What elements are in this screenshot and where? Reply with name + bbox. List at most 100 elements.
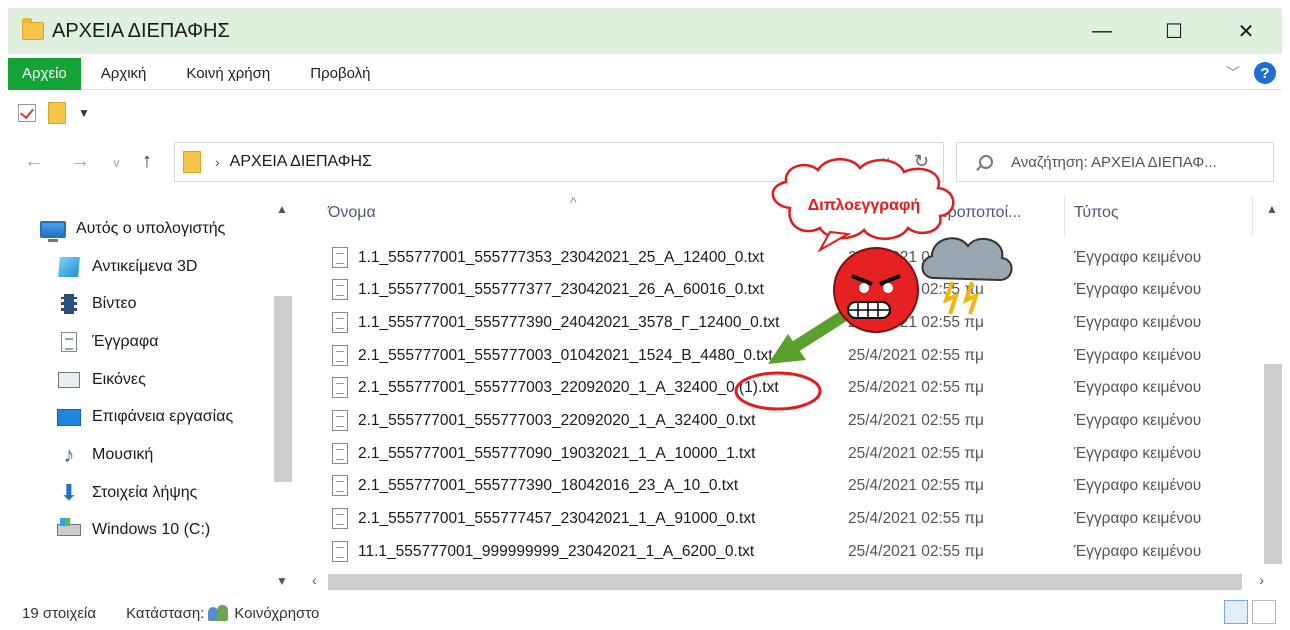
tab-file[interactable]: Αρχείο — [8, 57, 81, 90]
file-date: 25/4/2021 02:55 πμ — [848, 412, 984, 429]
file-list-horizontal-scrollbar[interactable]: ‹ › — [308, 572, 1264, 592]
sidebar-item-label: Windows 10 (C:) — [92, 521, 211, 538]
folder-icon — [183, 151, 201, 173]
address-bar[interactable]: › ΑΡΧΕΙΑ ΔΙΕΠΑΦΗΣ ∨ ↻ — [174, 142, 944, 182]
sidebar-item-label: Αυτός ο υπολογιστής — [76, 220, 226, 237]
refresh-icon[interactable]: ↻ — [914, 151, 929, 172]
shared-users-icon — [208, 605, 230, 621]
downloads-icon: ⬇ — [59, 480, 79, 505]
sidebar-item-drive-c[interactable]: Windows 10 (C:) — [56, 515, 210, 545]
file-list-vertical-scrollbar[interactable]: ▲ — [1264, 196, 1282, 572]
sidebar-item-music[interactable]: ♪ Μουσική — [56, 440, 154, 470]
scroll-up-icon[interactable]: ▲ — [276, 202, 288, 216]
scroll-right-icon[interactable]: › — [1259, 572, 1264, 588]
chevron-down-icon[interactable]: ∨ — [881, 153, 891, 170]
text-file-icon — [332, 247, 348, 268]
sidebar-item-pictures[interactable]: Εικόνες — [56, 365, 146, 395]
music-icon: ♪ — [63, 442, 75, 467]
item-count: 19 στοιχεία — [22, 604, 97, 622]
breadcrumb-separator-icon: › — [215, 154, 220, 170]
text-file-icon — [332, 279, 348, 300]
column-header-type[interactable]: Τύπος — [1074, 204, 1119, 222]
column-header-name[interactable]: Όνομα — [328, 204, 376, 222]
table-row[interactable]: 2.1_555777001_555777390_18042016_23_Α_10… — [322, 470, 1252, 502]
large-icons-view-icon[interactable] — [1252, 600, 1276, 624]
documents-icon — [61, 332, 77, 352]
scroll-left-icon[interactable]: ‹ — [312, 572, 317, 588]
file-type: Έγγραφο κειμένου — [1074, 314, 1202, 331]
file-type: Έγγραφο κειμένου — [1074, 445, 1202, 462]
text-file-icon — [332, 377, 348, 398]
file-type: Έγγραφο κειμένου — [1074, 379, 1202, 396]
up-icon[interactable]: ↑ — [142, 150, 152, 173]
text-file-icon — [332, 345, 348, 366]
customize-toolbar-icon[interactable]: ▼ — [78, 106, 90, 120]
scroll-down-icon[interactable]: ▼ — [276, 574, 288, 588]
file-date: 25/4/2021 02:55 πμ — [848, 347, 984, 364]
table-row[interactable]: 11.1_555777001_999999999_23042021_1_Α_62… — [322, 536, 1252, 568]
forward-icon[interactable]: → — [70, 150, 90, 173]
file-type: Έγγραφο κειμένου — [1074, 281, 1202, 298]
file-type: Έγγραφο κειμένου — [1074, 510, 1202, 527]
recent-locations-icon[interactable]: ∨ — [112, 156, 121, 170]
tab-share[interactable]: Κοινή χρήση — [166, 58, 290, 90]
properties-icon[interactable] — [18, 104, 36, 122]
help-icon[interactable]: ? — [1254, 62, 1276, 84]
state-label: Κατάσταση: — [126, 604, 205, 622]
file-type: Έγγραφο κειμένου — [1074, 249, 1202, 266]
sort-ascending-icon: ^ — [570, 194, 577, 210]
back-icon[interactable]: ← — [24, 150, 44, 173]
video-icon — [61, 294, 77, 314]
drive-icon — [57, 518, 81, 536]
sidebar-item-label: Στοιχεία λήψης — [92, 484, 198, 501]
table-row[interactable]: 1.1_555777001_555777353_23042021_25_Α_12… — [322, 242, 1252, 274]
file-name: 1.1_555777001_555777377_23042021_26_Α_60… — [358, 281, 764, 298]
minimize-button[interactable]: — — [1066, 8, 1138, 54]
table-row[interactable]: 2.1_555777001_555777003_22092020_1_Α_324… — [322, 372, 1252, 404]
pictures-icon — [58, 372, 80, 388]
sidebar-item-this-pc[interactable]: Αυτός ο υπολογιστής — [40, 214, 225, 244]
column-divider[interactable] — [1064, 196, 1065, 236]
file-date: 25/4/2021 02:55 πμ — [848, 543, 984, 560]
search-placeholder: Αναζήτηση: ΑΡΧΕΙΑ ΔΙΕΠΑΦ... — [1011, 153, 1217, 171]
file-name: 1.1_555777001_555777390_24042021_3578_Γ_… — [358, 314, 780, 331]
breadcrumb-current[interactable]: ΑΡΧΕΙΑ ΔΙΕΠΑΦΗΣ — [230, 153, 372, 171]
file-name: 2.1_555777001_555777457_23042021_1_Α_910… — [358, 510, 756, 527]
text-file-icon — [332, 410, 348, 431]
sidebar-item-documents[interactable]: Έγγραφα — [56, 327, 159, 357]
column-divider[interactable] — [1252, 196, 1253, 236]
search-box[interactable]: Αναζήτηση: ΑΡΧΕΙΑ ΔΙΕΠΑΦ... — [956, 142, 1274, 182]
details-view-icon[interactable] — [1224, 600, 1248, 624]
scroll-up-icon[interactable]: ▲ — [1266, 202, 1278, 216]
new-folder-icon[interactable] — [48, 102, 66, 124]
text-file-icon — [332, 312, 348, 333]
duplicate-callout-label: Διπλοεγγραφή — [807, 197, 921, 214]
table-row[interactable]: 2.1_555777001_555777457_23042021_1_Α_910… — [322, 503, 1252, 535]
table-row[interactable]: 2.1_555777001_555777003_22092020_1_Α_324… — [322, 405, 1252, 437]
sidebar-item-downloads[interactable]: ⬇ Στοιχεία λήψης — [56, 478, 198, 508]
quick-access-toolbar: ▼ — [18, 100, 90, 126]
scrollbar-thumb[interactable] — [1264, 364, 1282, 564]
file-date: 25/4/2021 02:55 πμ — [848, 445, 984, 462]
status-bar: 19 στοιχεία Κατάσταση: Κοινόχρηστο — [0, 596, 1290, 630]
maximize-button[interactable]: ☐ — [1138, 8, 1210, 54]
sidebar-scrollbar-thumb[interactable] — [274, 296, 292, 482]
tab-view[interactable]: Προβολή — [290, 58, 390, 90]
tab-home[interactable]: Αρχική — [81, 58, 167, 90]
scrollbar-thumb[interactable] — [328, 574, 1242, 590]
close-button[interactable]: ✕ — [1210, 8, 1282, 54]
sidebar-item-3d-objects[interactable]: Αντικείμενα 3D — [56, 252, 197, 282]
table-row[interactable]: 1.1_555777001_555777377_23042021_26_Α_60… — [322, 274, 1252, 306]
sidebar-item-desktop[interactable]: Επιφάνεια εργασίας — [56, 402, 233, 432]
sidebar-item-videos[interactable]: Βίντεο — [56, 289, 137, 319]
ribbon-tabs: Αρχείο Αρχική Κοινή χρήση Προβολή ﹀ ? — [8, 57, 1282, 90]
file-date: 25/4/2021 02:55 πμ — [848, 379, 984, 396]
file-name: 2.1_555777001_555777003_22092020_1_Α_324… — [358, 412, 756, 429]
navigation-pane: Αυτός ο υπολογιστής Αντικείμενα 3D Βίντε… — [8, 196, 298, 592]
table-row[interactable]: 2.1_555777001_555777003_01042021_1524_Β_… — [322, 340, 1252, 372]
expand-ribbon-icon[interactable]: ﹀ — [1226, 63, 1240, 83]
sidebar-item-label: Μουσική — [92, 446, 154, 463]
table-row[interactable]: 2.1_555777001_555777090_19032021_1_Α_100… — [322, 438, 1252, 470]
file-type: Έγγραφο κειμένου — [1074, 347, 1202, 364]
table-row[interactable]: 1.1_555777001_555777390_24042021_3578_Γ_… — [322, 307, 1252, 339]
